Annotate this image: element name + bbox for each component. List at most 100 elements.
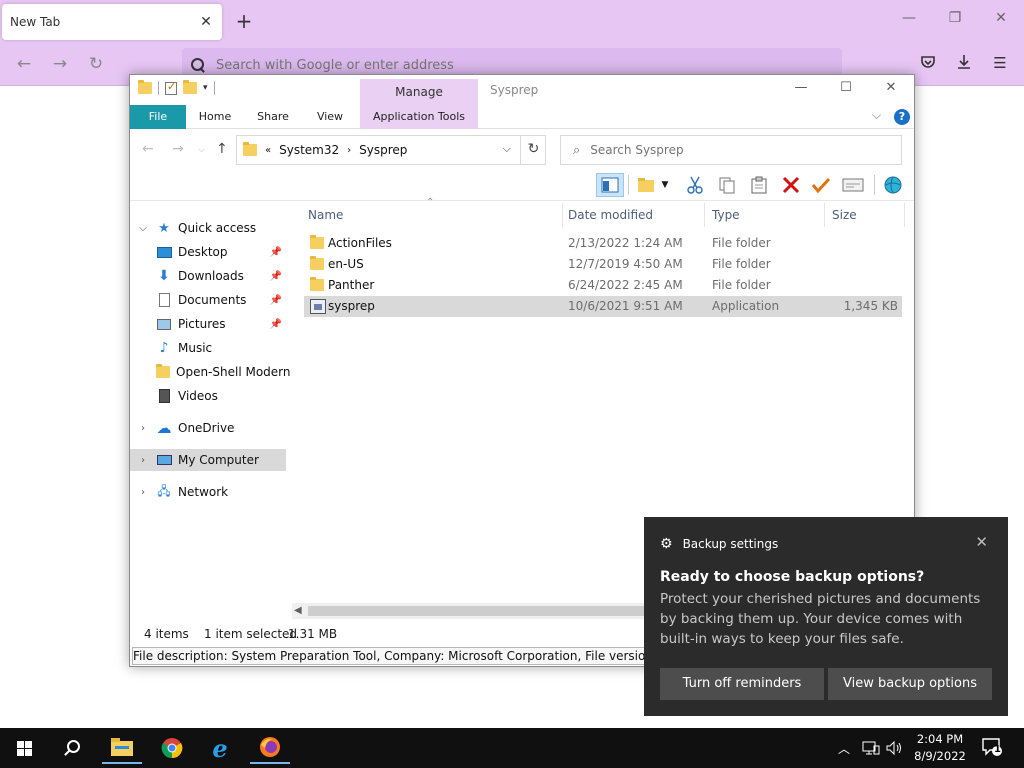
new-item-dropdown-icon[interactable]: ▼ (658, 173, 672, 197)
start-button[interactable] (4, 732, 44, 764)
address-dropdown-icon[interactable]: ⌵ (503, 142, 511, 156)
column-header-type[interactable]: Type (708, 203, 824, 227)
address-bar[interactable]: « System32 › Sysprep ⌵ (236, 135, 546, 165)
nav-downloads[interactable]: ⬇ Downloads 📌 (130, 265, 286, 287)
preview-pane-button[interactable] (596, 173, 624, 197)
file-row-sysprep[interactable]: sysprep 10/6/2021 9:51 AM Application 1,… (304, 296, 902, 317)
nav-onedrive[interactable]: › ☁ OneDrive (130, 417, 286, 439)
new-folder-icon[interactable] (183, 80, 197, 94)
nav-desktop[interactable]: Desktop 📌 (130, 241, 286, 263)
restore-browser-button[interactable]: ❐ (940, 10, 970, 34)
minimize-browser-button[interactable]: — (894, 10, 924, 34)
show-hidden-icons[interactable]: ︿ (838, 728, 850, 768)
new-item-button[interactable] (634, 173, 660, 197)
column-header-size[interactable]: Size (828, 203, 904, 227)
manage-context-tab[interactable]: Manage (360, 79, 478, 105)
nav-pictures[interactable]: Pictures 📌 (130, 313, 286, 335)
taskbar-internet-explorer[interactable]: e (200, 732, 240, 764)
search-input[interactable] (590, 143, 881, 157)
backup-notification: ⚙ Backup settings ✕ Ready to choose back… (644, 517, 1008, 716)
file-row-panther[interactable]: Panther 6/24/2022 2:45 AM File folder (304, 275, 902, 296)
column-header-date[interactable]: Date modified (564, 203, 704, 227)
nav-documents[interactable]: Documents 📌 (130, 289, 286, 311)
properties-icon[interactable] (840, 173, 866, 197)
scroll-left-icon[interactable]: ◀ (294, 603, 302, 619)
pocket-icon[interactable] (916, 54, 940, 78)
action-center-icon[interactable]: 1 (982, 738, 1002, 756)
close-tab-icon[interactable]: ✕ (198, 14, 214, 30)
tab-file[interactable]: File (130, 105, 186, 129)
volume-icon[interactable] (886, 728, 904, 768)
customize-qat-icon[interactable]: ▾ (203, 83, 208, 93)
back-icon[interactable]: ← (142, 141, 154, 157)
delete-icon[interactable] (778, 173, 804, 197)
close-browser-button[interactable]: ✕ (986, 10, 1016, 34)
taskbar-search-button[interactable] (52, 732, 92, 764)
notification-body: Protect your cherished pictures and docu… (660, 591, 981, 647)
paste-icon[interactable] (746, 173, 772, 197)
collapsed-chevron-icon[interactable]: › (136, 455, 150, 466)
breadcrumb-overflow[interactable]: « (265, 145, 271, 156)
firefox-icon (260, 737, 280, 757)
music-icon: ♪ (159, 340, 169, 356)
recent-locations-icon[interactable]: ⌵ (198, 145, 205, 155)
selection-size: 1.31 MB (288, 627, 338, 641)
up-arrow-icon[interactable]: ↑ (216, 141, 228, 157)
expand-ribbon-icon[interactable]: ⌵ (872, 108, 881, 123)
nav-music[interactable]: ♪ Music (130, 337, 286, 359)
tab-view[interactable]: View (308, 105, 352, 129)
application-icon (310, 299, 326, 314)
close-notification-icon[interactable]: ✕ (975, 533, 988, 551)
command-toolbar: ▼ (130, 169, 914, 201)
downloads-icon[interactable] (952, 54, 976, 78)
rename-check-icon[interactable] (808, 173, 834, 197)
nav-my-computer[interactable]: › My Computer (130, 449, 286, 471)
refresh-icon[interactable]: ↻ (520, 135, 546, 165)
cut-icon[interactable] (682, 173, 708, 197)
expanded-chevron-icon[interactable]: ⌵ (136, 223, 150, 234)
notification-count: 1 (994, 744, 1001, 755)
copy-icon[interactable] (714, 173, 740, 197)
forward-arrow-icon[interactable]: → (48, 54, 72, 76)
taskbar-chrome[interactable] (152, 732, 192, 764)
breadcrumb-sysprep[interactable]: Sysprep (359, 143, 407, 157)
browser-tab[interactable]: New Tab ✕ (2, 4, 222, 40)
horizontal-scrollbar[interactable]: ◀ (292, 603, 644, 619)
nav-network[interactable]: › 🖧 Network (130, 481, 286, 503)
file-row-actionfiles[interactable]: ActionFiles 2/13/2022 1:24 AM File folde… (304, 233, 902, 254)
properties-icon[interactable] (165, 80, 177, 95)
close-explorer-button[interactable]: ✕ (876, 80, 906, 100)
view-backup-options-button[interactable]: View backup options (828, 668, 992, 700)
clock-time: 2:04 PM (916, 732, 964, 746)
help-icon[interactable]: ? (894, 109, 910, 125)
nav-quick-access[interactable]: ⌵ ★ Quick access (130, 217, 286, 239)
back-arrow-icon[interactable]: ← (12, 54, 36, 76)
turn-off-reminders-button[interactable]: Turn off reminders (660, 668, 824, 700)
new-tab-button[interactable]: + (232, 10, 256, 34)
tab-application-tools[interactable]: Application Tools (360, 105, 478, 129)
reload-icon[interactable]: ↻ (84, 54, 108, 76)
taskbar-clock[interactable]: 2:04 PM 8/9/2022 (912, 731, 968, 765)
url-input[interactable] (216, 57, 816, 73)
nav-videos[interactable]: Videos (130, 385, 286, 407)
taskbar-firefox[interactable] (250, 732, 290, 764)
maximize-explorer-button[interactable]: ☐ (831, 80, 861, 100)
breadcrumb-system32[interactable]: System32 (279, 143, 339, 157)
menu-icon[interactable]: ☰ (988, 54, 1012, 78)
minimize-explorer-button[interactable]: — (786, 80, 816, 100)
search-icon (190, 57, 206, 73)
nav-open-shell[interactable]: Open-Shell Modern (130, 361, 290, 383)
tab-home[interactable]: Home (192, 105, 238, 129)
pin-icon: 📌 (269, 318, 282, 330)
forward-icon[interactable]: → (172, 141, 184, 157)
taskbar-file-explorer[interactable] (102, 732, 142, 764)
network-tray-icon[interactable] (862, 728, 880, 768)
file-row-en-us[interactable]: en-US 12/7/2019 4:50 AM File folder (304, 254, 902, 275)
scrollbar-thumb[interactable] (308, 606, 644, 616)
search-box[interactable]: ⌕ (560, 135, 902, 165)
web-globe-icon[interactable] (880, 173, 906, 197)
collapsed-chevron-icon[interactable]: › (136, 423, 150, 434)
chevron-up-icon: ︿ (838, 741, 851, 756)
collapsed-chevron-icon[interactable]: › (136, 487, 150, 498)
tab-share[interactable]: Share (250, 105, 296, 129)
